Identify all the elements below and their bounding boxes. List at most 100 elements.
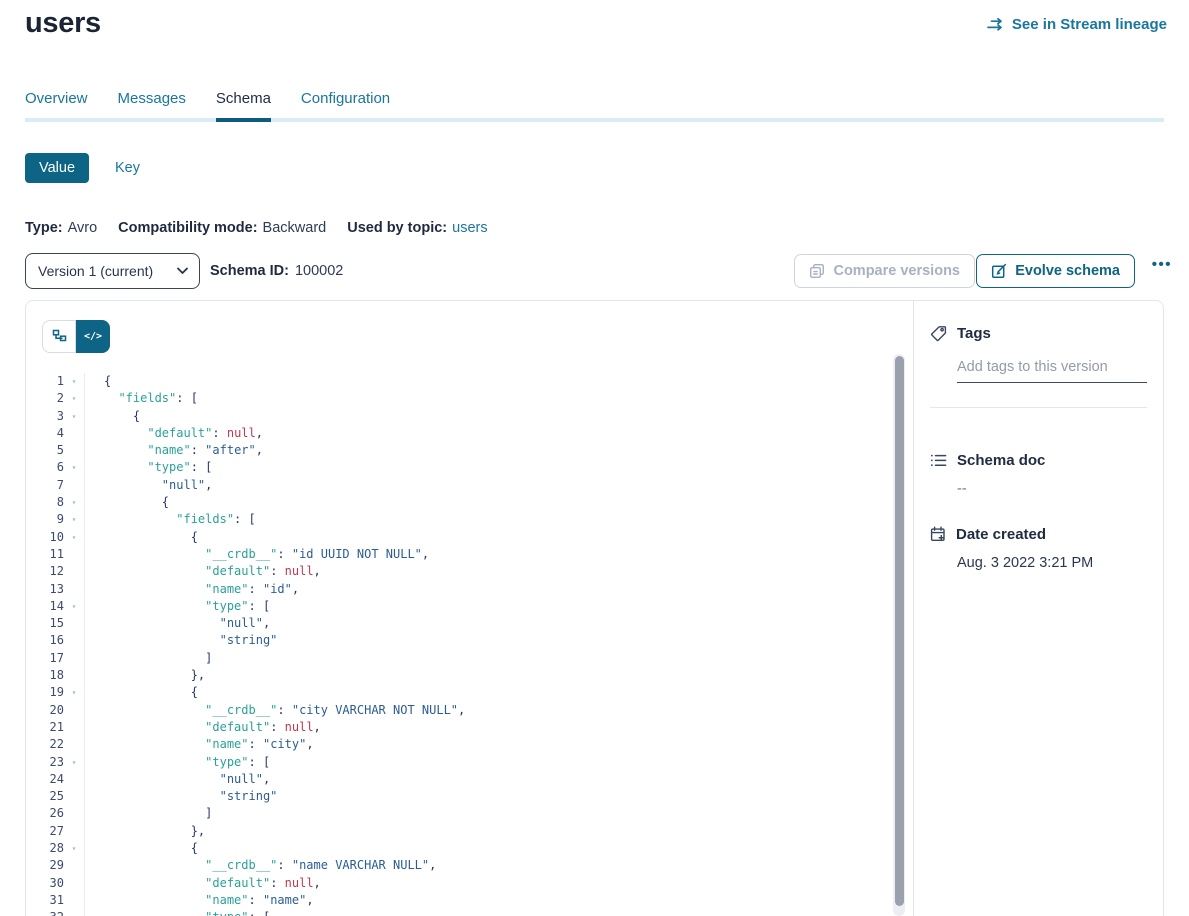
tab-messages[interactable]: Messages: [118, 90, 186, 122]
more-options-icon: •••: [1152, 256, 1172, 273]
fold-toggle-icon[interactable]: ▾: [64, 598, 85, 615]
line-number: 15: [26, 615, 64, 632]
line-number: 23: [26, 754, 64, 771]
topic-link[interactable]: users: [452, 220, 487, 236]
code-text: "null",: [85, 615, 270, 632]
fold-spacer: [64, 650, 85, 667]
fold-toggle-icon[interactable]: ▾: [64, 408, 85, 425]
scrollbar-thumb[interactable]: [895, 356, 904, 906]
line-number: 18: [26, 667, 64, 684]
code-text: {: [85, 408, 140, 425]
tab-schema[interactable]: Schema: [216, 90, 271, 122]
line-number: 31: [26, 892, 64, 909]
code-text: "fields": [: [85, 390, 198, 407]
line-number: 10: [26, 529, 64, 546]
code-view-button[interactable]: </>: [76, 320, 110, 353]
line-number: 26: [26, 805, 64, 822]
code-line: 21 "default": null,: [26, 719, 893, 736]
line-number: 29: [26, 857, 64, 874]
code-line: 19▾ {: [26, 684, 893, 701]
fold-spacer: [64, 805, 85, 822]
code-text: "default": null,: [85, 875, 321, 892]
schema-meta: Type: Avro Compatibility mode: Backward …: [25, 220, 488, 236]
tree-view-icon: [52, 329, 67, 344]
line-number: 20: [26, 702, 64, 719]
fold-toggle-icon[interactable]: ▾: [64, 754, 85, 771]
value-key-toggle: Value Key: [25, 153, 140, 183]
tab-overview[interactable]: Overview: [25, 90, 88, 122]
fold-spacer: [64, 563, 85, 580]
fold-toggle-icon[interactable]: ▾: [64, 840, 85, 857]
fold-spacer: [64, 667, 85, 684]
code-line: 3▾ {: [26, 408, 893, 425]
key-tab-button[interactable]: Key: [115, 160, 140, 176]
line-number: 25: [26, 788, 64, 805]
code-line: 25 "string": [26, 788, 893, 805]
fold-toggle-icon[interactable]: ▾: [64, 684, 85, 701]
fold-spacer: [64, 425, 85, 442]
code-text: "name": "city",: [85, 736, 314, 753]
fold-toggle-icon[interactable]: ▾: [64, 529, 85, 546]
code-line: 11 "__crdb__": "id UUID NOT NULL",: [26, 546, 893, 563]
fold-toggle-icon[interactable]: ▾: [64, 373, 85, 390]
calendar-plus-icon: [930, 526, 946, 543]
code-line: 24 "null",: [26, 771, 893, 788]
date-created-label: Date created: [956, 526, 1046, 543]
line-number: 16: [26, 632, 64, 649]
more-options-button[interactable]: •••: [1152, 256, 1172, 273]
code-text: "type": [: [85, 909, 270, 916]
schema-panel: </> 1▾{2▾ "fields": [3▾ {4 "default": nu…: [25, 300, 1164, 916]
used-by-topic: Used by topic: users: [347, 220, 487, 236]
schema-sidebar: Tags Schema doc --: [913, 301, 1163, 916]
fold-toggle-icon[interactable]: ▾: [64, 909, 85, 916]
line-number: 12: [26, 563, 64, 580]
code-line: 4 "default": null,: [26, 425, 893, 442]
evolve-schema-button[interactable]: Evolve schema: [976, 254, 1135, 288]
stream-lineage-link[interactable]: See in Stream lineage: [987, 16, 1167, 33]
compare-versions-icon: [809, 263, 825, 279]
compatibility-value: Backward: [263, 220, 327, 236]
scrollbar-track[interactable]: [893, 354, 905, 916]
add-tags-input[interactable]: [957, 359, 1147, 383]
compare-versions-button: Compare versions: [794, 254, 975, 288]
code-line: 7 "null",: [26, 477, 893, 494]
tab-bar: Overview Messages Schema Configuration: [25, 90, 390, 122]
line-number: 1: [26, 373, 64, 390]
date-created-value: Aug. 3 2022 3:21 PM: [957, 555, 1147, 571]
code-text: ]: [85, 805, 212, 822]
code-text: "type": [: [85, 754, 270, 771]
code-line: 20 "__crdb__": "city VARCHAR NOT NULL",: [26, 702, 893, 719]
tag-icon: [930, 325, 947, 342]
code-line: 22 "name": "city",: [26, 736, 893, 753]
code-text: "name": "after",: [85, 442, 263, 459]
fold-spacer: [64, 702, 85, 719]
code-text: "type": [: [85, 598, 270, 615]
page-title: users: [25, 7, 101, 40]
fold-spacer: [64, 442, 85, 459]
schema-doc-heading: Schema doc: [930, 452, 1147, 469]
version-select[interactable]: Version 1 (current): [25, 253, 200, 289]
code-line: 6▾ "type": [: [26, 459, 893, 476]
tab-configuration[interactable]: Configuration: [301, 90, 390, 122]
schema-id: Schema ID: 100002: [210, 263, 343, 279]
fold-toggle-icon[interactable]: ▾: [64, 511, 85, 528]
line-number: 5: [26, 442, 64, 459]
evolve-schema-icon: [991, 263, 1007, 279]
code-line: 14▾ "type": [: [26, 598, 893, 615]
fold-toggle-icon[interactable]: ▾: [64, 459, 85, 476]
code-text: "default": null,: [85, 719, 321, 736]
code-text: },: [85, 823, 205, 840]
tree-view-button[interactable]: [42, 320, 76, 353]
fold-spacer: [64, 875, 85, 892]
fold-spacer: [64, 581, 85, 598]
line-number: 6: [26, 459, 64, 476]
code-text: "fields": [: [85, 511, 256, 528]
fold-toggle-icon[interactable]: ▾: [64, 390, 85, 407]
code-text: "name": "name",: [85, 892, 314, 909]
fold-spacer: [64, 719, 85, 736]
fold-toggle-icon[interactable]: ▾: [64, 494, 85, 511]
line-number: 19: [26, 684, 64, 701]
value-tab-button[interactable]: Value: [25, 153, 89, 183]
line-number: 3: [26, 408, 64, 425]
code-line: 29 "__crdb__": "name VARCHAR NULL",: [26, 857, 893, 874]
